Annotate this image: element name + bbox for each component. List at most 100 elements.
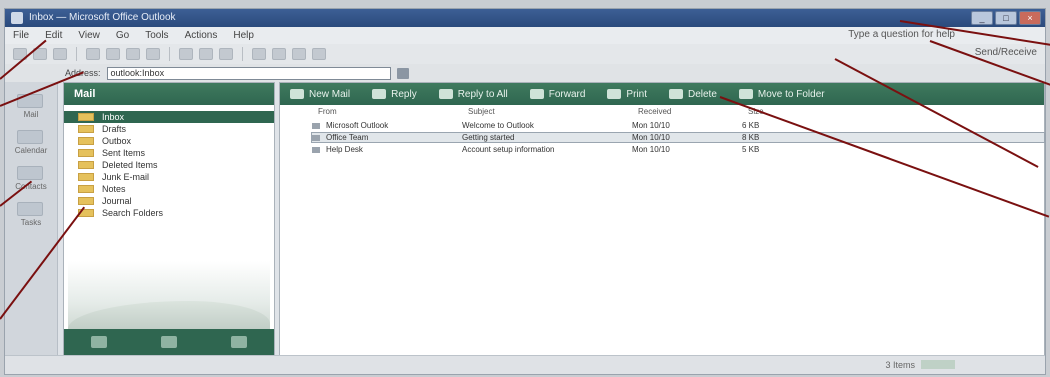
folder-label: Drafts — [102, 124, 127, 134]
table-row[interactable]: Help Desk Account setup information Mon … — [312, 145, 1044, 154]
reply-button[interactable]: Reply — [372, 89, 417, 100]
folder-label: Inbox — [102, 112, 125, 122]
action-bar: New Mail Reply Reply to All Forward Prin… — [280, 83, 1044, 105]
folder-label: Notes — [102, 184, 126, 194]
address-book-icon[interactable] — [219, 48, 233, 60]
row-received: Mon 10/10 — [632, 121, 670, 130]
new-mail-button[interactable]: New Mail — [290, 89, 350, 100]
close-button[interactable]: × — [1019, 11, 1041, 25]
back-icon[interactable] — [252, 48, 266, 60]
folder-item-junk[interactable]: Junk E-mail — [64, 171, 274, 183]
folder-item-drafts[interactable]: Drafts — [64, 123, 274, 135]
status-bar: 3 Items — [5, 355, 1045, 374]
forward-button[interactable]: Forward — [529, 88, 586, 100]
folder-icon — [78, 125, 94, 133]
folder-icon — [78, 161, 94, 169]
address-bar: Address: outlook:Inbox — [5, 64, 1045, 82]
folder-icon — [78, 149, 94, 157]
menu-file[interactable]: File — [13, 30, 29, 41]
mail-shortcut-icon[interactable] — [91, 336, 107, 348]
envelope-icon — [312, 122, 320, 129]
delete-icon[interactable] — [86, 48, 100, 60]
address-input[interactable]: outlook:Inbox — [106, 66, 391, 80]
folder-icon — [78, 197, 94, 205]
forward-label: Forward — [548, 88, 586, 100]
delete-label: Delete — [687, 88, 717, 100]
menu-view[interactable]: View — [78, 30, 100, 41]
row-from: Microsoft Outlook — [326, 121, 389, 130]
minimize-button[interactable]: _ — [971, 11, 993, 25]
move-to-folder-button[interactable]: Move to Folder — [738, 88, 825, 100]
folder-pane-footer — [64, 329, 274, 355]
calendar-icon[interactable] — [17, 130, 43, 144]
print-button[interactable]: Print — [607, 89, 647, 100]
row-subject: Account setup information — [462, 145, 555, 154]
forward-icon[interactable] — [146, 48, 160, 60]
menu-actions[interactable]: Actions — [185, 30, 218, 41]
up-icon[interactable] — [292, 48, 306, 60]
menu-tools[interactable]: Tools — [145, 30, 168, 41]
reply-all-button[interactable]: Reply to All — [438, 89, 508, 100]
send-receive-button[interactable]: Send/Receive — [975, 47, 1037, 58]
folder-item-sent[interactable]: Sent Items — [64, 147, 274, 159]
toolbar-divider — [169, 47, 170, 61]
row-subject: Getting started — [462, 133, 515, 142]
outlook-window: Inbox — Microsoft Office Outlook _ □ × F… — [4, 8, 1046, 375]
menu-go[interactable]: Go — [116, 30, 129, 41]
folder-item-deleted[interactable]: Deleted Items — [64, 159, 274, 171]
contacts-icon[interactable] — [17, 166, 43, 180]
folder-item-search-folders[interactable]: Search Folders — [64, 207, 274, 219]
menu-bar: File Edit View Go Tools Actions Help Typ… — [5, 27, 1045, 44]
row-received: Mon 10/10 — [632, 145, 670, 154]
reply-label: Reply — [391, 88, 417, 100]
toolbar-divider — [76, 47, 77, 61]
column-received[interactable]: Received — [638, 107, 748, 117]
maximize-button[interactable]: □ — [995, 11, 1017, 25]
row-from: Office Team — [326, 133, 369, 142]
status-text: 3 Items — [885, 360, 915, 370]
window-title: Inbox — Microsoft Office Outlook — [29, 12, 176, 23]
reply-all-icon[interactable] — [126, 48, 140, 60]
folder-label: Outbox — [102, 136, 132, 146]
folder-item-inbox[interactable]: Inbox — [64, 111, 274, 123]
table-row[interactable]: Microsoft Outlook Welcome to Outlook Mon… — [312, 121, 1044, 130]
reply-all-icon — [438, 89, 453, 99]
title-bar[interactable]: Inbox — Microsoft Office Outlook _ □ × — [5, 9, 1045, 27]
table-row[interactable]: Office Team Getting started Mon 10/10 8 … — [311, 132, 1045, 143]
folder-label: Sent Items — [102, 148, 146, 158]
move-icon[interactable] — [53, 48, 67, 60]
forward-nav-icon[interactable] — [272, 48, 286, 60]
folder-pane-header: Mail — [64, 83, 274, 105]
delete-icon — [668, 89, 683, 99]
folder-pane: Mail Inbox Drafts Outbox Sent Items Dele… — [63, 82, 275, 356]
row-size: 5 KB — [742, 145, 760, 154]
tasks-icon[interactable] — [17, 202, 43, 216]
folder-item-journal[interactable]: Journal — [64, 195, 274, 207]
calendar-shortcut-icon[interactable] — [161, 336, 177, 348]
go-icon[interactable] — [396, 67, 409, 79]
envelope-icon — [312, 146, 320, 153]
column-subject[interactable]: Subject — [468, 107, 638, 117]
rail-caption-mail: Mail — [23, 110, 39, 119]
navigation-rail: Mail Calendar Contacts Tasks — [5, 82, 58, 356]
folder-item-outbox[interactable]: Outbox — [64, 135, 274, 147]
contacts-shortcut-icon[interactable] — [231, 336, 247, 348]
reply-icon[interactable] — [106, 48, 120, 60]
delete-button[interactable]: Delete — [668, 88, 717, 100]
folder-label: Search Folders — [102, 208, 164, 218]
menu-help[interactable]: Help — [233, 30, 254, 41]
message-list-pane: New Mail Reply Reply to All Forward Prin… — [279, 82, 1045, 356]
row-size: 8 KB — [742, 133, 760, 142]
help-question-box[interactable]: Type a question for help — [848, 29, 955, 40]
move-label: Move to Folder — [757, 88, 825, 100]
menu-edit[interactable]: Edit — [45, 30, 62, 41]
refresh-icon[interactable] — [312, 48, 326, 60]
column-from[interactable]: From — [318, 107, 468, 117]
find-icon[interactable] — [199, 48, 213, 60]
rail-caption-tasks: Tasks — [20, 218, 42, 227]
folder-item-notes[interactable]: Notes — [64, 183, 274, 195]
folder-list: Inbox Drafts Outbox Sent Items Deleted I… — [64, 111, 274, 219]
print-label: Print — [626, 88, 647, 100]
envelope-icon — [312, 134, 320, 141]
send-receive-icon[interactable] — [179, 48, 193, 60]
